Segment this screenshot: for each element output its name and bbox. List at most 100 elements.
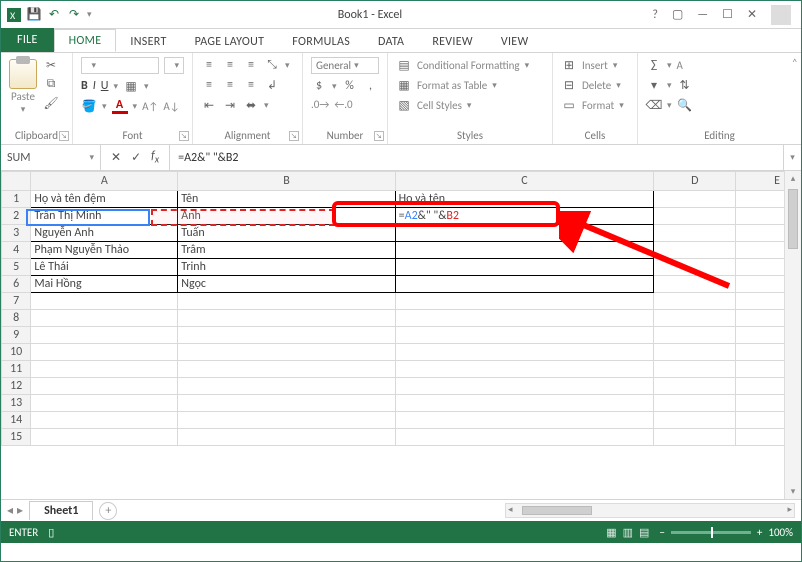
autosum-button[interactable]: ∑▾ A xyxy=(646,57,693,73)
sort-filter-icon[interactable]: ⇅ xyxy=(677,77,693,93)
italic-button[interactable]: I xyxy=(93,79,96,93)
format-painter-icon[interactable]: 🖌 xyxy=(43,95,59,111)
cell[interactable] xyxy=(31,395,178,412)
cell[interactable] xyxy=(395,378,654,395)
row-header[interactable]: 3 xyxy=(2,225,31,242)
cell[interactable] xyxy=(178,395,395,412)
cell[interactable]: Lê Thái xyxy=(31,259,178,276)
cell[interactable] xyxy=(178,293,395,310)
cell[interactable]: Ngọc xyxy=(178,276,395,293)
orientation-icon[interactable]: ⤡ xyxy=(264,57,280,73)
cell-styles-button[interactable]: ▧Cell Styles ▾ xyxy=(396,97,529,113)
cell[interactable] xyxy=(395,361,654,378)
cell[interactable]: Trâm xyxy=(178,242,395,259)
format-cells-button[interactable]: ▭Format ▾ xyxy=(561,97,624,113)
copy-icon[interactable]: ⧉ xyxy=(43,76,59,92)
cell[interactable] xyxy=(31,412,178,429)
close-icon[interactable]: ✕ xyxy=(747,7,757,22)
ribbon-display-icon[interactable]: ▢ xyxy=(672,7,683,22)
paste-dropdown-icon[interactable]: ▾ xyxy=(21,104,26,115)
number-launcher-icon[interactable]: ↘ xyxy=(374,131,384,141)
row-header[interactable]: 10 xyxy=(2,344,31,361)
tab-insert[interactable]: INSERT xyxy=(116,31,180,52)
cell[interactable] xyxy=(395,395,654,412)
cell[interactable]: Tuấn xyxy=(178,225,395,242)
cell[interactable]: Tên xyxy=(178,191,395,208)
cell[interactable] xyxy=(31,293,178,310)
cell[interactable] xyxy=(654,429,736,446)
decrease-decimal-icon[interactable]: ←.0 xyxy=(334,98,352,111)
clear-button[interactable]: ⌫▾ 🔍 xyxy=(646,97,693,113)
font-launcher-icon[interactable]: ↘ xyxy=(179,131,189,141)
row-header[interactable]: 13 xyxy=(2,395,31,412)
row-header[interactable]: 5 xyxy=(2,259,31,276)
wrap-text-icon[interactable]: ↲ xyxy=(264,77,280,93)
border-icon[interactable]: ▦ xyxy=(123,78,139,94)
qat-customize-icon[interactable]: ▾ xyxy=(87,9,92,20)
row-header[interactable]: 11 xyxy=(2,361,31,378)
cell[interactable]: Mai Hồng xyxy=(31,276,178,293)
align-middle-icon[interactable]: ≡ xyxy=(222,57,238,73)
insert-cells-button[interactable]: ⊞Insert ▾ xyxy=(561,57,624,73)
cell[interactable] xyxy=(395,412,654,429)
comma-icon[interactable]: , xyxy=(363,78,379,94)
align-center-icon[interactable]: ≡ xyxy=(222,77,238,93)
cell[interactable] xyxy=(654,361,736,378)
cell[interactable]: Nguyễn Anh xyxy=(31,225,178,242)
cell[interactable] xyxy=(654,327,736,344)
tab-file[interactable]: FILE xyxy=(1,28,54,52)
clipboard-launcher-icon[interactable]: ↘ xyxy=(59,131,69,141)
row-header[interactable]: 4 xyxy=(2,242,31,259)
select-all-button[interactable] xyxy=(2,172,31,191)
name-box[interactable]: SUM▾ xyxy=(1,145,101,170)
number-format-select[interactable]: General ▾ xyxy=(311,57,379,74)
cell[interactable] xyxy=(178,412,395,429)
cell[interactable] xyxy=(31,429,178,446)
column-header-a[interactable]: A xyxy=(31,172,178,191)
decrease-font-icon[interactable]: A↓ xyxy=(163,100,179,113)
cell[interactable] xyxy=(178,378,395,395)
align-bottom-icon[interactable]: ≡ xyxy=(243,57,259,73)
cell[interactable] xyxy=(654,395,736,412)
font-name-select[interactable]: ▾ xyxy=(81,57,159,74)
underline-button[interactable]: U xyxy=(101,79,109,93)
cell[interactable] xyxy=(178,310,395,327)
column-header-d[interactable]: D xyxy=(654,172,736,191)
cell[interactable] xyxy=(395,429,654,446)
collapse-ribbon-icon[interactable]: ^ xyxy=(793,57,797,68)
help-icon[interactable]: ? xyxy=(652,8,658,22)
new-sheet-button[interactable]: + xyxy=(99,502,117,520)
bold-button[interactable]: B xyxy=(81,79,88,93)
undo-icon[interactable]: ↶ xyxy=(47,8,61,22)
vertical-scrollbar[interactable]: ▴ ▾ xyxy=(784,171,801,499)
zoom-in-icon[interactable]: + xyxy=(757,526,762,539)
cell[interactable] xyxy=(31,361,178,378)
font-size-select[interactable]: ▾ xyxy=(164,57,184,74)
cell[interactable] xyxy=(31,378,178,395)
cancel-formula-icon[interactable]: ✕ xyxy=(111,150,121,165)
paste-button[interactable]: Paste ▾ xyxy=(9,57,37,115)
sheet-nav-prev-icon[interactable]: ◂ xyxy=(7,503,13,518)
tab-review[interactable]: REVIEW xyxy=(418,31,487,52)
merge-icon[interactable]: ⬌ xyxy=(243,97,259,113)
row-header[interactable]: 7 xyxy=(2,293,31,310)
formula-input[interactable]: =A2&" "&B2 xyxy=(170,145,783,170)
cell-a2[interactable]: Trần Thị Minh xyxy=(31,208,178,225)
column-header-c[interactable]: C xyxy=(395,172,654,191)
macro-record-icon[interactable]: ▯ xyxy=(48,526,54,539)
spreadsheet-grid[interactable]: A B C D E F 1 Họ và tên đệm Tên Họ và tê… xyxy=(1,171,801,499)
maximize-icon[interactable]: ☐ xyxy=(722,7,733,22)
enter-formula-icon[interactable]: ✓ xyxy=(131,150,141,165)
row-header[interactable]: 2 xyxy=(2,208,31,225)
cell-b2[interactable]: Anh xyxy=(178,208,395,225)
tab-formulas[interactable]: FORMULAS xyxy=(278,31,364,52)
cell[interactable]: Họ và tên xyxy=(395,191,654,208)
expand-formula-bar-icon[interactable]: ▾ xyxy=(783,145,801,170)
cell[interactable] xyxy=(178,429,395,446)
save-icon[interactable]: 💾 xyxy=(27,8,41,22)
format-as-table-button[interactable]: ▦Format as Table ▾ xyxy=(396,77,529,93)
sheet-nav-next-icon[interactable]: ▸ xyxy=(17,503,23,518)
page-layout-view-icon[interactable]: ▥ xyxy=(623,526,633,539)
fill-button[interactable]: ▾▾ ⇅ xyxy=(646,77,693,93)
cell[interactable]: Trinh xyxy=(178,259,395,276)
